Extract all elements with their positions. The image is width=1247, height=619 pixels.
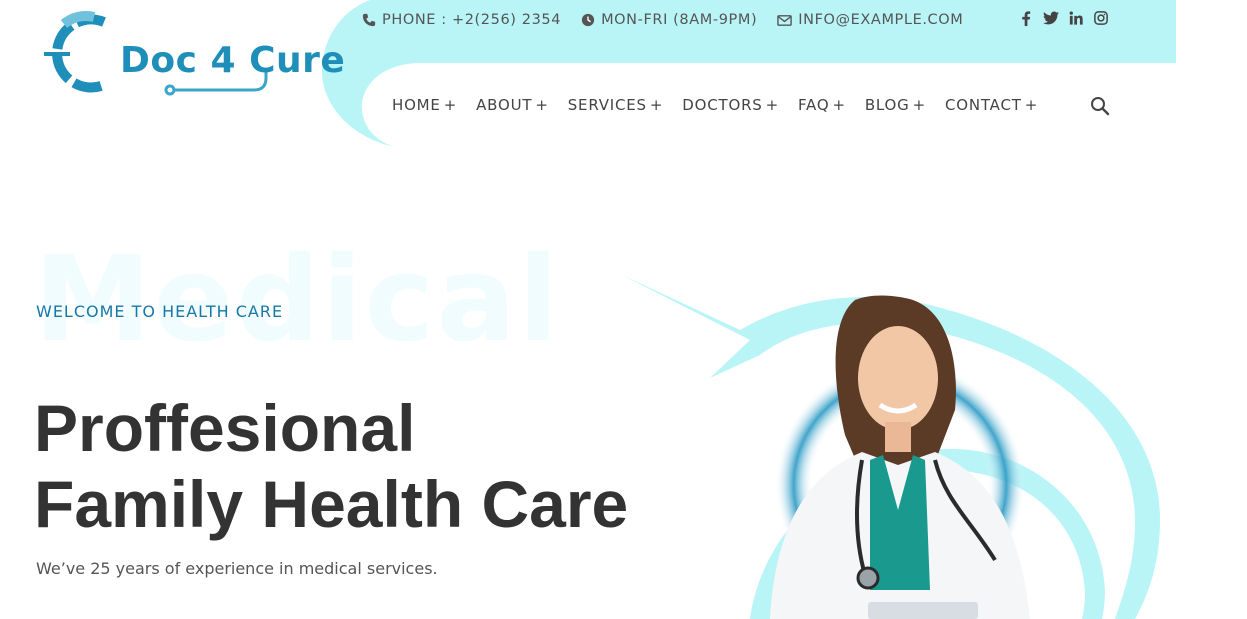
email-text: INFO@EXAMPLE.COM bbox=[798, 12, 964, 28]
nav-item-label: SERVICES bbox=[567, 96, 647, 114]
email-info[interactable]: INFO@EXAMPLE.COM bbox=[777, 12, 963, 28]
nav-expand-indicator: + bbox=[443, 96, 458, 114]
envelope-icon bbox=[777, 14, 793, 26]
social-links bbox=[1018, 10, 1109, 26]
facebook-icon[interactable] bbox=[1018, 10, 1034, 26]
nav-expand-indicator: + bbox=[765, 96, 779, 114]
phone-text: PHONE : +2(256) 2354 bbox=[382, 12, 562, 28]
nav-item-contact[interactable]: CONTACT + bbox=[945, 96, 1038, 114]
nav-item-label: DOCTORS bbox=[682, 96, 763, 114]
hours-text: MON-FRI (8AM-9PM) bbox=[601, 12, 758, 28]
contact-bar: PHONE : +2(256) 2354 MON-FRI (8AM-9PM) I… bbox=[362, 10, 983, 30]
main-navigation: HOME + ABOUT + SERVICES + DOCTORS + FAQ + BLO… bbox=[392, 96, 1057, 114]
nav-item-services[interactable]: SERVICES + bbox=[568, 96, 664, 114]
nav-item-faq[interactable]: FAQ + bbox=[798, 96, 846, 114]
hero-headline: Proffesional Family Health Care bbox=[34, 390, 628, 542]
site-logo[interactable]: Doc 4 Cure bbox=[34, 10, 345, 98]
nav-item-home[interactable]: HOME + bbox=[392, 96, 457, 114]
phone-icon bbox=[362, 13, 376, 27]
nav-item-label: BLOG bbox=[864, 96, 910, 114]
hero-subtext: We’ve 25 years of experience in medical … bbox=[36, 559, 438, 578]
nav-item-label: HOME bbox=[392, 96, 441, 114]
nav-item-label: CONTACT bbox=[944, 96, 1022, 114]
twitter-icon[interactable] bbox=[1043, 10, 1059, 26]
hero-eyebrow: WELCOME TO HEALTH CARE bbox=[36, 302, 284, 321]
clock-icon bbox=[581, 13, 595, 27]
logo-text: Doc 4 Cure bbox=[120, 40, 346, 81]
nav-expand-indicator: + bbox=[535, 96, 549, 114]
hero-watermark-text: Medical bbox=[34, 230, 561, 368]
nav-item-label: FAQ bbox=[797, 96, 830, 114]
hours-info: MON-FRI (8AM-9PM) bbox=[581, 12, 757, 28]
hero-headline-line-1: Proffesional bbox=[34, 391, 416, 465]
search-button[interactable] bbox=[1090, 96, 1110, 116]
phone-info[interactable]: PHONE : +2(256) 2354 bbox=[362, 12, 561, 28]
hero-headline-line-2: Family Health Care bbox=[34, 467, 629, 541]
nav-expand-indicator: + bbox=[649, 96, 664, 114]
nav-item-label: ABOUT bbox=[476, 96, 533, 114]
nav-expand-indicator: + bbox=[1024, 96, 1039, 114]
nav-item-doctors[interactable]: DOCTORS + bbox=[682, 96, 779, 114]
nav-expand-indicator: + bbox=[832, 96, 846, 114]
hero-doctor-image bbox=[620, 274, 1160, 619]
search-icon bbox=[1091, 97, 1110, 116]
nav-item-blog[interactable]: BLOG + bbox=[865, 96, 926, 114]
instagram-icon[interactable] bbox=[1093, 10, 1109, 26]
nav-item-about[interactable]: ABOUT + bbox=[476, 96, 549, 114]
nav-expand-indicator: + bbox=[912, 96, 926, 114]
linkedin-icon[interactable] bbox=[1068, 10, 1084, 26]
